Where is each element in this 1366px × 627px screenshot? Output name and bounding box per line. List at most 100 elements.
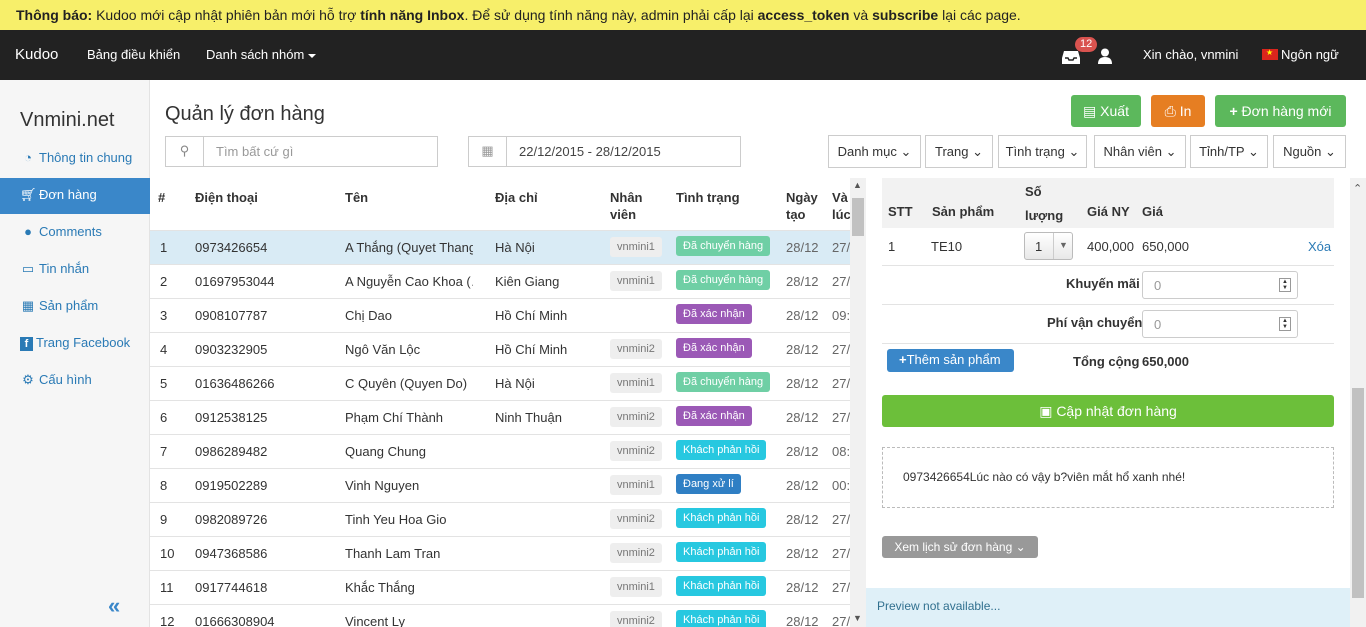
spinner-icon[interactable]: ▲ ▼ (1279, 278, 1291, 292)
brand-link[interactable]: Kudoo (15, 46, 58, 63)
table-row[interactable]: 2 01697953044 A Nguyễn Cao Khoa (… Kiên Gia… (150, 264, 850, 298)
row-number: 8 (160, 478, 168, 493)
nav-groups-label: Danh sách nhóm (206, 47, 305, 62)
table-row[interactable]: 5 01636486266 C Quyên (Quyen Do) Hà Nội vnmi… (150, 366, 850, 400)
update-order-label: Cập nhật đơn hàng (1056, 403, 1177, 419)
add-product-button[interactable]: +Thêm sản phẩm (887, 349, 1014, 372)
filter-source[interactable]: Nguồn ⌄ (1273, 135, 1346, 168)
delete-item-link[interactable]: Xóa (1308, 239, 1331, 254)
quantity-select[interactable]: 1 ▼ (1024, 232, 1073, 260)
shipping-value: 0 (1154, 317, 1162, 332)
table-row[interactable]: 10 0947368586 Thanh Lam Tran vnmini2 Khách p… (150, 536, 850, 570)
filter-label: Nguồn (1283, 144, 1322, 159)
print-button[interactable]: ⎙ In (1151, 95, 1205, 127)
shipping-input[interactable]: 0 ▲ ▼ (1142, 310, 1298, 338)
chevron-down-icon: ⌄ (968, 144, 983, 159)
status-badge: Khách phản hồi (676, 610, 767, 627)
row-number: 9 (160, 512, 168, 527)
discount-input[interactable]: 0 ▲ ▼ (1142, 271, 1298, 299)
order-history-button[interactable]: Xem lịch sử đơn hàng ⌄ (882, 536, 1038, 558)
scrollbar-thumb[interactable] (1352, 388, 1364, 598)
products-table-header (882, 178, 1334, 228)
table-row[interactable]: 3 0908107787 Chị Dao Hồ Chí Minh Đã xác nhận… (150, 298, 850, 332)
row-name: Tinh Yeu Hoa Gio (345, 512, 447, 527)
sidebar-item-label: Tin nhắn (39, 261, 90, 276)
status-badge: Đã xác nhận (676, 338, 752, 358)
staff-badge: vnmini2 (610, 611, 662, 627)
table-row[interactable]: 7 0986289482 Quang Chung vnmini2 Khách phản … (150, 434, 850, 468)
scroll-up-icon[interactable]: ▲ (853, 180, 862, 190)
table-row[interactable]: 11 0917744618 Khắc Thắng vnmini1 Khách phản … (150, 570, 850, 604)
language-selector[interactable]: Ngôn ngữ (1262, 47, 1339, 62)
col-header-qty: Số lượng (1025, 180, 1063, 228)
new-order-button[interactable]: + Đơn hàng mới (1215, 95, 1346, 127)
update-order-button[interactable]: ▣ Cập nhật đơn hàng (882, 395, 1334, 427)
collapse-sidebar-icon[interactable]: « (108, 593, 120, 619)
page-title: Quản lý đơn hàng (165, 103, 325, 125)
col-header-time[interactable]: Và lúc (832, 189, 850, 223)
status-badge: Đang xử lí (676, 474, 741, 494)
filter-staff[interactable]: Nhân viên ⌄ (1094, 135, 1186, 168)
filter-page[interactable]: Trang ⌄ (925, 135, 993, 168)
col-header-address[interactable]: Địa chỉ (495, 189, 538, 206)
chevron-down-icon: ⌄ (1162, 144, 1177, 159)
sidebar-item-comments[interactable]: ● Comments (0, 215, 150, 251)
table-row[interactable]: 12 01666308904 Vincent Ly vnmini2 Khách phản… (150, 604, 850, 627)
table-row[interactable]: 4 0903232905 Ngô Văn Lộc Hồ Chí Minh vnmini2… (150, 332, 850, 366)
sidebar-item-products[interactable]: ▦ Sản phẩm (0, 289, 150, 325)
col-header-phone[interactable]: Điện thoại (195, 189, 258, 206)
search-icon: ⚲ (166, 137, 204, 166)
row-name: Vinh Nguyen (345, 478, 420, 493)
staff-badge: vnmini2 (610, 509, 662, 529)
export-button[interactable]: ▤ Xuất (1071, 95, 1141, 127)
col-header-name[interactable]: Tên (345, 189, 368, 206)
filter-category[interactable]: Danh mục ⌄ (828, 135, 921, 168)
sidebar-item-overview[interactable]: ◔ Thông tin chung (0, 141, 150, 177)
search-input[interactable]: ⚲ Tìm bất cứ gì (165, 136, 438, 167)
row-time: 27/ (832, 274, 850, 289)
export-label: Xuất (1100, 103, 1129, 119)
col-header-status[interactable]: Tình trạng (676, 189, 740, 206)
sidebar-item-facebook[interactable]: f Trang Facebook (0, 326, 150, 362)
table-scrollbar[interactable]: ▲ ▼ (850, 178, 866, 627)
panel-scrollbar[interactable]: ⌃ (1350, 178, 1366, 627)
row-number: 10 (160, 546, 175, 561)
filter-status[interactable]: Tình trạng ⌄ (998, 135, 1087, 168)
table-row[interactable]: 8 0919502289 Vinh Nguyen vnmini1 Đang xử lí 2… (150, 468, 850, 502)
row-date: 28/12 (786, 274, 819, 289)
spinner-icon[interactable]: ▲ ▼ (1279, 317, 1291, 331)
row-number: 2 (160, 274, 168, 289)
col-header-staff-line1: Nhân (610, 190, 643, 205)
table-row[interactable]: 1 0973426654 A Thắng (Quyet Thang) Hà Nội vn… (150, 230, 850, 264)
row-name: Vincent Ly (345, 614, 405, 627)
scroll-down-icon[interactable]: ▼ (853, 613, 862, 623)
col-header-staff[interactable]: Nhân viên (610, 189, 643, 223)
sidebar-item-label: Đơn hàng (39, 187, 97, 202)
col-header-date[interactable]: Ngày tạo (786, 189, 818, 223)
nav-groups-dropdown[interactable]: Danh sách nhóm (206, 47, 317, 62)
nav-dashboard[interactable]: Bảng điều khiển (87, 47, 180, 62)
scrollbar-thumb[interactable] (852, 198, 864, 236)
chevron-up-icon[interactable]: ⌃ (1353, 182, 1362, 195)
sidebar-item-messages[interactable]: ▭ Tin nhắn (0, 252, 150, 288)
row-number: 4 (160, 342, 168, 357)
sidebar-item-settings[interactable]: ⚙ Cấu hình (0, 363, 150, 399)
status-badge: Đã chuyển hàng (676, 236, 771, 256)
item-list-price: 400,000 (1087, 239, 1134, 254)
status-badge: Khách phản hồi (676, 576, 767, 596)
table-row[interactable]: 9 0982089726 Tinh Yeu Hoa Gio vnmini2 Khách … (150, 502, 850, 536)
row-number: 11 (160, 580, 174, 595)
date-range-picker[interactable]: ▦ 22/12/2015 - 28/12/2015 (468, 136, 741, 167)
sidebar-item-orders[interactable]: 🛒︎ Đơn hàng (0, 178, 150, 214)
table-row[interactable]: 6 0912538125 Phạm Chí Thành Ninh Thuận vnmin… (150, 400, 850, 434)
row-address: Ninh Thuận (495, 410, 562, 425)
inbox-icon[interactable] (1062, 50, 1080, 64)
total-value: 650,000 (1142, 354, 1189, 369)
user-greeting[interactable]: Xin chào, vnmini (1143, 47, 1238, 62)
date-range-value: 22/12/2015 - 28/12/2015 (519, 144, 661, 159)
dashboard-icon: ◔ (24, 150, 32, 165)
filter-province[interactable]: Tỉnh/TP ⌄ (1190, 135, 1268, 168)
staff-badge: vnmini1 (610, 373, 662, 393)
language-label: Ngôn ngữ (1281, 47, 1339, 62)
user-icon[interactable] (1098, 48, 1112, 64)
